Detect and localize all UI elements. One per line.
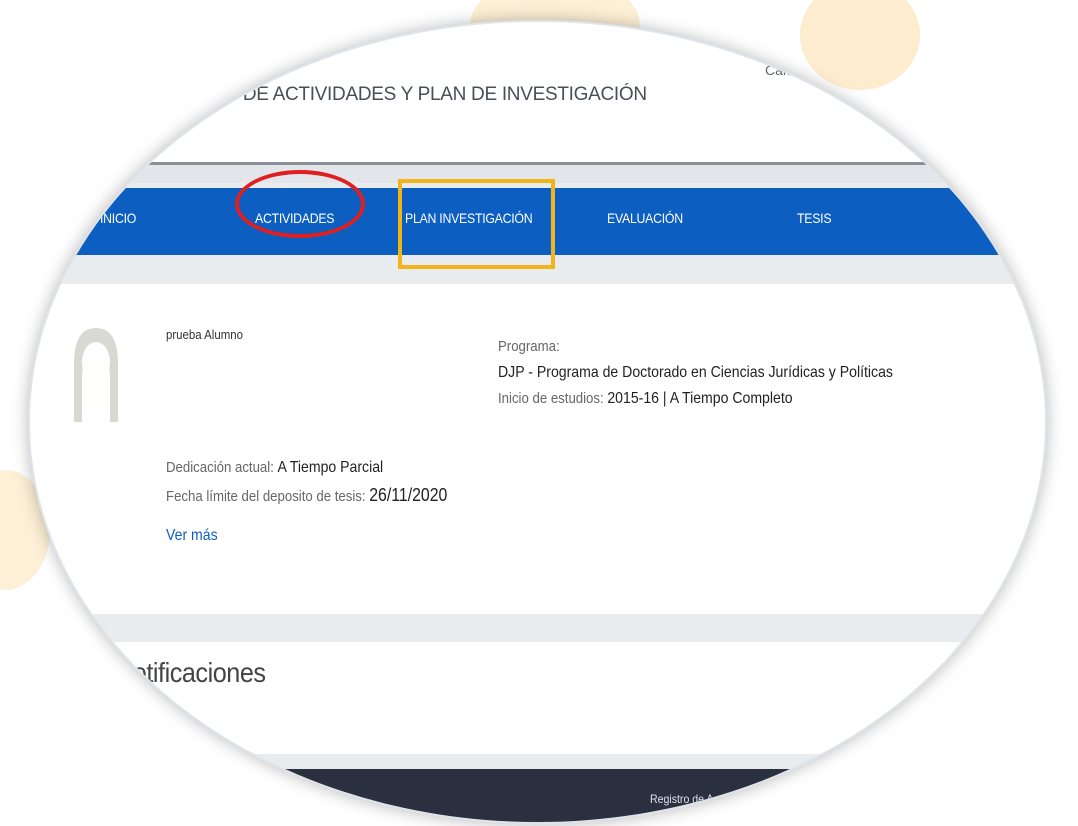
nav-inicio[interactable]: INICIO	[100, 210, 136, 226]
student-name: prueba Alumno	[166, 327, 243, 342]
notifications-title: Notificaciones	[115, 657, 266, 688]
dedication-row: Dedicación actual: A Tiempo Parcial	[166, 459, 383, 477]
study-start-value: 2015-16 | A Tiempo Completo	[607, 390, 793, 407]
section-gap	[30, 614, 1045, 642]
programa-value: DJP - Programa de Doctorado en Ciencias …	[498, 364, 893, 381]
nav-evaluacion[interactable]: EVALUACIÓN	[607, 210, 683, 226]
site-title: RO DE ACTIVIDADES Y PLAN DE INVESTIGACIÓ…	[210, 84, 647, 105]
footer-text: Registro de Activid	[650, 792, 738, 806]
thesis-deadline-value: 26/11/2020	[369, 485, 448, 505]
yellow-highlight-box	[398, 179, 555, 269]
study-start-row: Inicio de estudios: 2015-16 | A Tiempo C…	[498, 390, 793, 408]
page-footer	[30, 769, 1045, 822]
nav-tesis[interactable]: TESIS	[797, 210, 832, 226]
dedication-label: Dedicación actual:	[166, 459, 274, 476]
red-highlight-circle	[235, 170, 365, 238]
programa-label: Programa:	[498, 338, 560, 355]
change-link[interactable]: Cambia	[765, 62, 813, 78]
see-more-link[interactable]: Ver más	[166, 527, 218, 545]
thesis-deadline-label: Fecha límite del deposito de tesis:	[166, 488, 366, 505]
thesis-deadline-row: Fecha límite del deposito de tesis: 26/1…	[166, 485, 447, 506]
screenshot-oval-frame: RO DE ACTIVIDADES Y PLAN DE INVESTIGACIÓ…	[30, 22, 1045, 822]
avatar-placeholder-icon	[74, 328, 118, 422]
dedication-value: A Tiempo Parcial	[277, 459, 384, 476]
study-start-label: Inicio de estudios:	[498, 390, 604, 407]
